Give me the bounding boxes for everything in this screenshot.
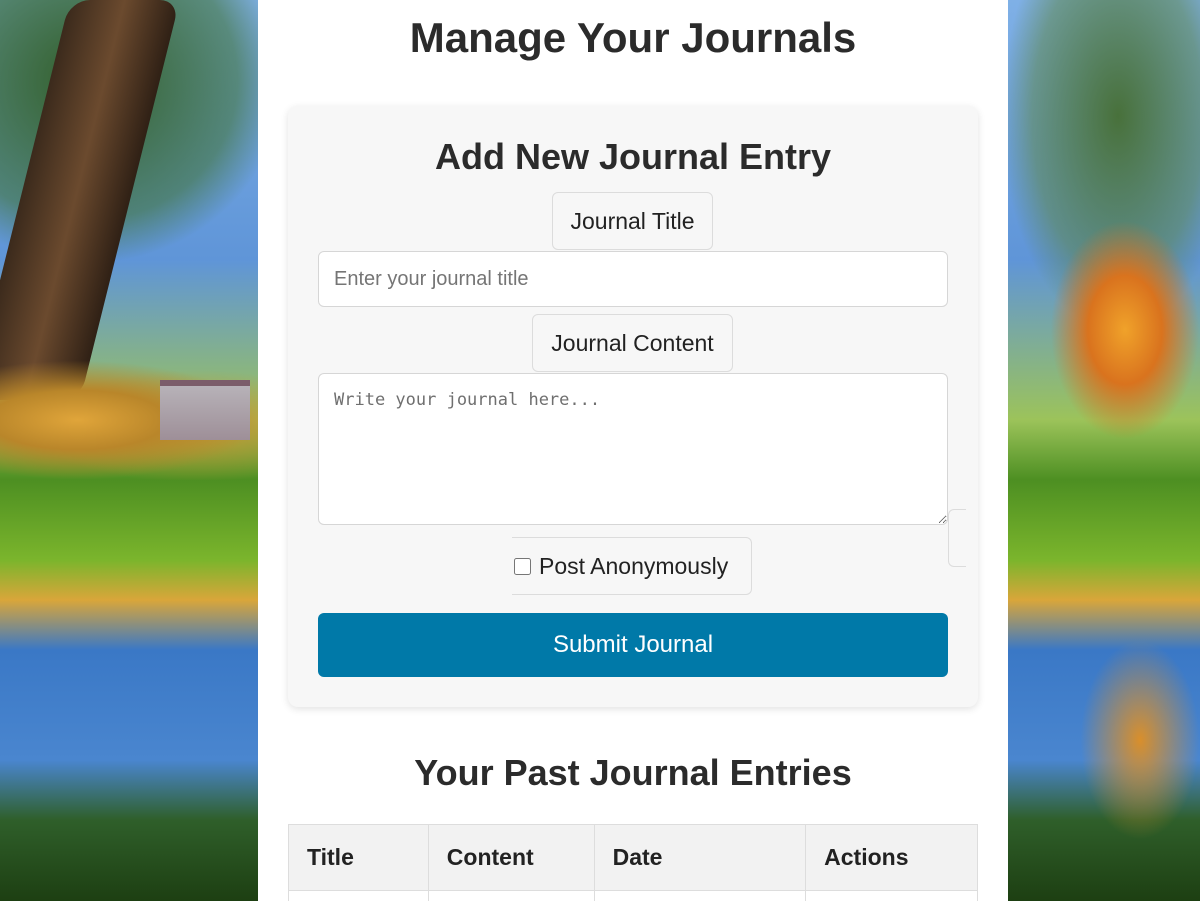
house bbox=[160, 380, 250, 440]
form-title: Add New Journal Entry bbox=[434, 136, 832, 177]
main-content: Manage Your Journals Add New Journal Ent… bbox=[258, 0, 1008, 901]
autumn-trees-right bbox=[1050, 220, 1200, 440]
journal-title-input[interactable] bbox=[318, 251, 948, 307]
submit-journal-button[interactable]: Submit Journal bbox=[318, 613, 948, 677]
table-cell bbox=[593, 890, 807, 901]
column-header-content: Content bbox=[427, 824, 595, 891]
anonymous-checkbox[interactable] bbox=[514, 557, 531, 575]
water-reflection bbox=[1080, 640, 1200, 840]
new-entry-form: Add New Journal Entry Journal Title Jour… bbox=[288, 106, 978, 707]
table-row bbox=[288, 890, 978, 901]
column-header-date: Date bbox=[593, 824, 807, 891]
table-cell bbox=[288, 890, 429, 901]
label-box-edge bbox=[948, 509, 966, 567]
journal-title-label: Journal Title bbox=[552, 192, 713, 250]
anonymous-option[interactable]: Post Anonymously bbox=[512, 537, 752, 595]
table-cell bbox=[805, 890, 978, 901]
column-header-title: Title bbox=[288, 824, 429, 891]
page-title: Manage Your Journals bbox=[409, 14, 857, 61]
past-entries-title: Your Past Journal Entries bbox=[414, 752, 852, 793]
column-header-actions: Actions bbox=[805, 824, 978, 891]
table-cell bbox=[427, 890, 595, 901]
journal-content-textarea[interactable] bbox=[318, 373, 948, 525]
table-header-row: Title Content Date Actions bbox=[288, 824, 978, 891]
anonymous-label: Post Anonymously bbox=[539, 552, 729, 579]
entries-table: Title Content Date Actions bbox=[288, 824, 978, 901]
journal-content-label: Journal Content bbox=[532, 314, 733, 372]
